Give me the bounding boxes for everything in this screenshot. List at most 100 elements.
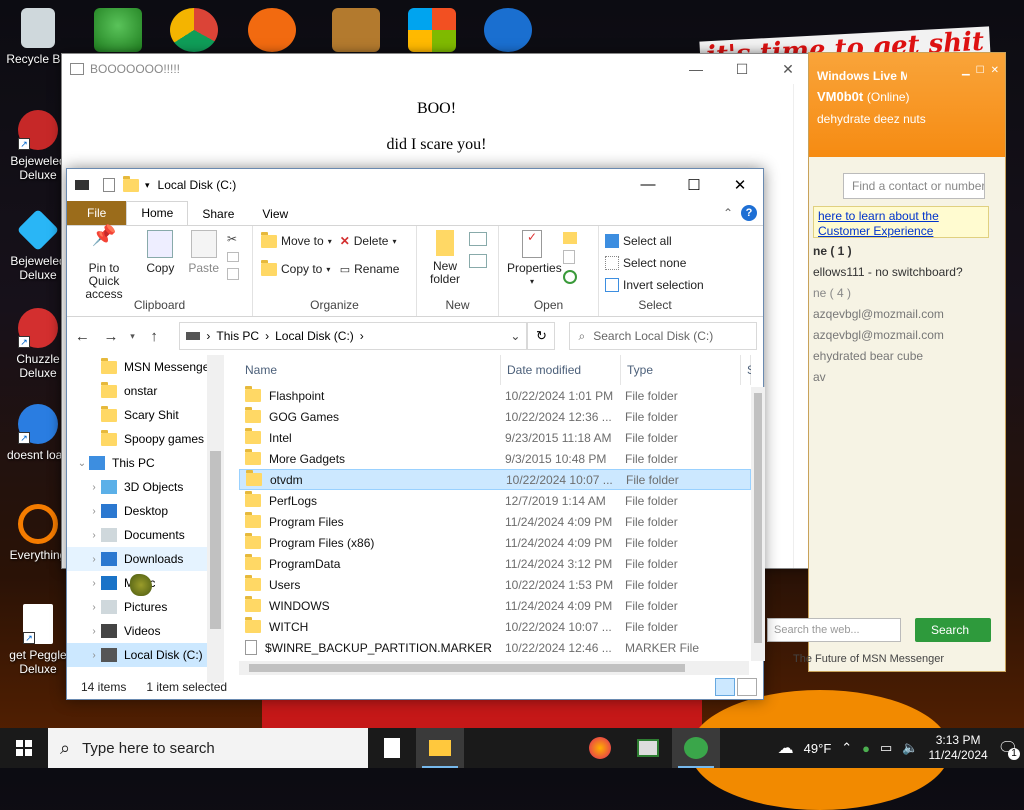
search-input[interactable]: ⌕ Search Local Disk (C:) [569,322,757,350]
move-to-button[interactable]: Move to ▾ [261,230,332,252]
contact-item[interactable]: av [813,367,991,388]
weather-temp[interactable]: 49°F [804,741,832,756]
file-row[interactable]: Program Files (x86) 11/24/2024 4:09 PM Fil… [239,532,751,553]
details-view-button[interactable] [715,678,735,696]
paste-button[interactable]: Paste [184,230,224,275]
expand-chevron-icon[interactable]: › [87,482,101,493]
maximize-button[interactable]: ☐ [671,176,717,194]
msn-window[interactable]: Windows Live Messenger ▁ ☐ ✕ VM0b0t (Onlin… [767,52,1006,672]
minimize-button[interactable]: — [673,61,719,78]
select-all-button[interactable]: Select all [605,230,707,252]
nav-item[interactable]: › Desktop [67,499,217,523]
notification-center[interactable]: 🗨 1 [998,738,1020,760]
open-icon[interactable] [563,232,577,244]
select-none-button[interactable]: Select none [605,252,707,274]
tab-file[interactable]: File [67,201,127,225]
file-list-hscrollbar[interactable] [239,661,749,675]
expand-chevron-icon[interactable]: ⌄ [75,458,89,469]
column-name[interactable]: Name [239,355,501,385]
file-row[interactable]: Flashpoint 10/22/2024 1:01 PM File folder [239,385,751,406]
properties-button[interactable]: ✓ Properties ▾ [505,230,562,288]
clock[interactable]: 3:13 PM 11/24/2024 [929,733,988,763]
hscroll-thumb[interactable] [249,664,685,672]
contact-group[interactable]: ne ( 4 ) [813,283,991,304]
windows-desktop-icon[interactable] [408,8,456,52]
easy-access-icon[interactable] [469,254,487,268]
pin-quick-access-button[interactable]: 📌 Pin to Quick access [71,226,137,301]
close-button[interactable]: ✕ [717,176,763,194]
copy-button[interactable]: Copy [140,230,180,275]
minimize-button[interactable]: ▁ [962,65,970,76]
network-icon[interactable]: ▭ [880,740,892,756]
history-icon[interactable] [563,270,577,284]
tab-home[interactable]: Home [126,201,189,225]
column-type[interactable]: Type [621,355,741,385]
nav-scrollbar[interactable] [207,355,224,683]
chrome-desktop-icon[interactable] [170,8,218,52]
contact-item[interactable]: azqevbgl@mozmail.com [813,304,991,325]
new-folder-button[interactable]: New folder [427,230,463,286]
copy-path-icon[interactable] [227,252,239,262]
file-row[interactable]: ProgramData 11/24/2024 3:12 PM File folder [239,553,751,574]
nav-item[interactable]: › Local Disk (C:) [67,643,217,667]
file-row[interactable]: Program Files 11/24/2024 4:09 PM File fold… [239,511,751,532]
new-folder-qat-icon[interactable] [123,175,139,192]
peggle-desktop-icon[interactable]: ↗ get Peggle Deluxe [2,604,74,676]
taskbar-search[interactable]: ⌕ Type here to search [48,728,368,768]
show-hidden-icons-icon[interactable]: ⌃ [841,740,852,756]
copy-to-button[interactable]: Copy to ▾ [261,258,332,280]
delete-button[interactable]: ✕ Delete ▾ [340,230,400,252]
new-item-icon[interactable] [469,232,487,246]
web-search-input[interactable]: Search the web... [767,618,901,642]
file-list-vscrollbar[interactable] [751,387,765,661]
expand-chevron-icon[interactable]: › [87,602,101,613]
expand-chevron-icon[interactable]: › [87,506,101,517]
nav-item[interactable]: ⌄ This PC [67,451,217,475]
nav-item[interactable]: Scary Shit [67,403,217,427]
file-row[interactable]: Intel 9/23/2015 11:18 AM File folder [239,427,751,448]
expand-chevron-icon[interactable]: › [87,554,101,565]
ribbon-collapse-icon[interactable]: ⌃ [723,206,733,220]
properties-qat-icon[interactable] [103,178,115,192]
msn-username[interactable]: VM0b0t [817,89,863,104]
close-button[interactable]: ✕ [765,61,811,78]
nav-item[interactable]: onstar [67,379,217,403]
maximize-button[interactable]: ☐ [976,65,985,76]
explorer-titlebar[interactable]: ▾ Local Disk (C:) — ☐ ✕ [67,169,763,201]
back-arrow-icon[interactable]: ← [73,328,92,345]
rename-button[interactable]: ▭ Rename [340,258,400,280]
expand-chevron-icon[interactable]: › [87,626,101,637]
msn-status[interactable]: (Online) [867,90,910,104]
nav-scroll-thumb[interactable] [210,451,221,629]
forward-arrow-icon[interactable]: → [102,328,121,345]
find-contact-input[interactable]: Find a contact or number... [843,173,985,199]
nav-item[interactable]: › Videos [67,619,217,643]
file-row[interactable]: WITCH 10/22/2024 10:07 ... File folder [239,616,751,637]
nav-item[interactable]: › Pictures [67,595,217,619]
maximize-button[interactable]: ☐ [719,61,765,78]
taskbar-app-window[interactable] [624,728,672,768]
taskbar-file-explorer[interactable] [416,728,464,768]
recent-locations-icon[interactable]: ▾ [130,331,135,342]
column-size[interactable]: S [741,355,751,385]
customer-experience-link[interactable]: here to learn about the Customer Experie… [813,206,989,238]
expand-chevron-icon[interactable]: › [87,530,101,541]
msn-desktop-icon[interactable] [94,8,142,52]
address-bar[interactable]: › This PC › Local Disk (C:) › ⌄ [179,322,528,350]
contact-item[interactable]: ellows111 - no switchboard? [813,262,991,283]
taskbar-firefox[interactable] [576,728,624,768]
breadcrumb-this-pc[interactable]: This PC [216,329,259,343]
file-row[interactable]: More Gadgets 9/3/2015 10:48 PM File folder [239,448,751,469]
contact-item[interactable]: ehydrated bear cube [813,346,991,367]
file-explorer-window[interactable]: ▾ Local Disk (C:) — ☐ ✕ File Home Share … [66,168,765,700]
qat-dropdown-icon[interactable]: ▾ [145,180,150,191]
tab-share[interactable]: Share [188,203,248,225]
invert-selection-button[interactable]: Invert selection [605,274,707,296]
nav-item[interactable]: MSN Messenger [67,355,217,379]
app-p-desktop-icon[interactable] [248,8,296,52]
file-row[interactable]: $WINRE_BACKUP_PARTITION.MARKER 10/22/2024… [239,637,751,658]
edit-icon[interactable] [563,250,575,264]
msn-personal-message[interactable]: dehydrate deez nuts [817,112,997,126]
expand-chevron-icon[interactable]: › [87,578,101,589]
file-row[interactable]: Users 10/22/2024 1:53 PM File folder [239,574,751,595]
